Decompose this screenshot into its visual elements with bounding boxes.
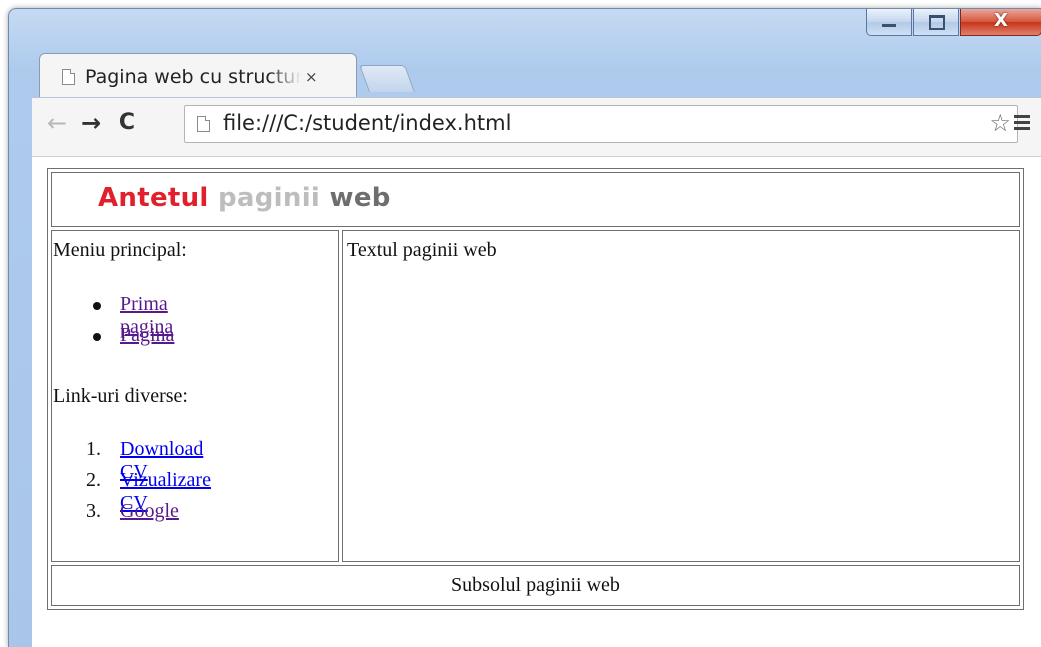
bookmark-star-icon[interactable]: ☆ bbox=[989, 109, 1011, 137]
tab-active[interactable]: Pagina web cu structura × bbox=[39, 53, 357, 98]
minimize-icon bbox=[882, 24, 896, 27]
close-window-button[interactable]: X bbox=[960, 9, 1041, 36]
bullet-icon bbox=[93, 302, 101, 310]
back-arrow-icon[interactable]: ← bbox=[42, 106, 72, 140]
content-text: Textul paginii web bbox=[347, 239, 497, 261]
page-icon bbox=[197, 116, 210, 132]
header-cell: Antetul paginii web bbox=[51, 172, 1020, 227]
list-number: 3. bbox=[86, 500, 101, 522]
header-word-3: web bbox=[329, 183, 391, 213]
tab-title: Pagina web cu structura bbox=[85, 66, 301, 88]
new-tab-button[interactable] bbox=[359, 65, 415, 92]
menu-label: Meniu principal: bbox=[53, 239, 187, 261]
close-icon: X bbox=[994, 10, 1008, 31]
window-caption-buttons: X bbox=[866, 9, 1041, 37]
browser-toolbar: ← → C file:///C:/student/index.html ☆ bbox=[32, 97, 1041, 156]
minimize-button[interactable] bbox=[866, 9, 912, 36]
list-number: 1. bbox=[86, 438, 101, 460]
link-google[interactable]: Google bbox=[120, 500, 179, 523]
content-cell: Textul paginii web bbox=[342, 230, 1020, 562]
tab-close-icon[interactable]: × bbox=[305, 68, 318, 86]
footer-text: Subsolul paginii web bbox=[451, 574, 620, 596]
bullet-icon bbox=[93, 333, 101, 341]
sidebar-cell: Meniu principal: Prima pagina Pagina Lin… bbox=[51, 230, 339, 562]
header-word-2: paginii bbox=[218, 183, 321, 213]
reload-icon[interactable]: C bbox=[112, 106, 142, 140]
browser-window: X Pagina web cu structura × ← → C file:/… bbox=[8, 8, 1041, 647]
page-viewport: Antetul paginii web Meniu principal: Pri… bbox=[32, 156, 1041, 647]
forward-arrow-icon[interactable]: → bbox=[76, 106, 106, 140]
footer-cell: Subsolul paginii web bbox=[51, 565, 1020, 606]
page-icon bbox=[62, 69, 75, 85]
menu-icon[interactable] bbox=[1014, 115, 1030, 130]
page-header: Antetul paginii web bbox=[98, 183, 391, 213]
address-bar[interactable]: file:///C:/student/index.html ☆ bbox=[184, 105, 1018, 143]
layout-table: Antetul paginii web Meniu principal: Pri… bbox=[47, 168, 1024, 610]
header-word-1: Antetul bbox=[98, 183, 209, 213]
maximize-icon bbox=[929, 15, 945, 30]
links-label: Link-uri diverse: bbox=[53, 385, 188, 407]
url-text[interactable]: file:///C:/student/index.html bbox=[223, 111, 511, 135]
menu-link-pagina[interactable]: Pagina bbox=[120, 324, 174, 347]
maximize-button[interactable] bbox=[913, 9, 959, 36]
list-number: 2. bbox=[86, 469, 101, 491]
